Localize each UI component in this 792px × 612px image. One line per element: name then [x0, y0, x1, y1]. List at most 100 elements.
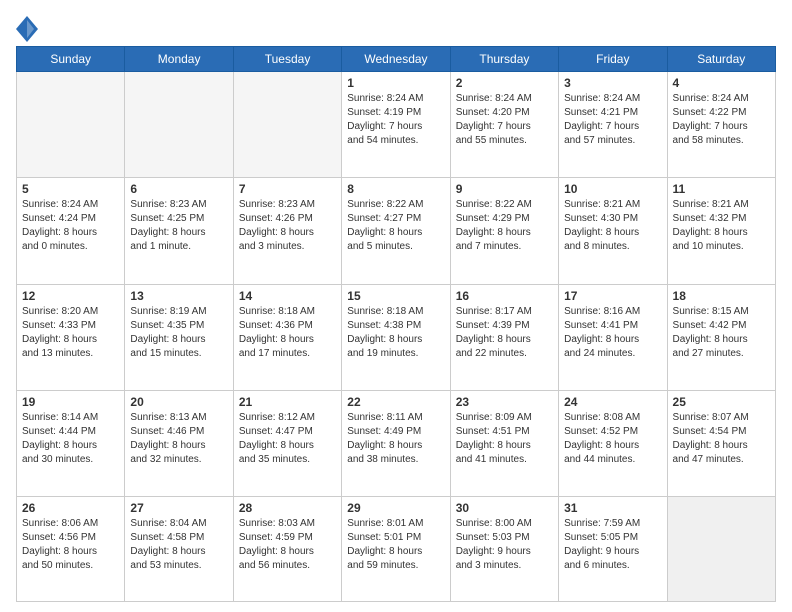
day-info: Sunrise: 8:14 AM Sunset: 4:44 PM Dayligh… [22, 411, 119, 467]
day-info: Sunrise: 8:01 AM Sunset: 5:01 PM Dayligh… [347, 517, 444, 573]
day-number: 8 [347, 182, 444, 196]
day-cell: 1Sunrise: 8:24 AM Sunset: 4:19 PM Daylig… [342, 72, 450, 178]
day-cell: 11 Sunrise: 8:21 AM Sunset: 4:32 PM Dayli… [667, 178, 775, 284]
day-info: Sunrise: 8:24 AM Sunset: 4:21 PM Dayligh… [564, 92, 661, 148]
day-cell: 21 Sunrise: 8:12 AM Sunset: 4:47 PM Dayli… [233, 390, 341, 496]
day-info: Sunrise: 8:03 AM Sunset: 4:59 PM Dayligh… [239, 517, 336, 573]
day-header: Sunday [17, 47, 125, 72]
day-cell: 24 Sunrise: 8:08 AM Sunset: 4:52 PM Dayli… [559, 390, 667, 496]
day-cell: 2 Sunrise: 8:24 AM Sunset: 4:20 PM Daylig… [450, 72, 558, 178]
day-info: Sunrise: 8:04 AM Sunset: 4:58 PM Dayligh… [130, 517, 227, 573]
day-number: 11 [673, 182, 770, 196]
day-info: Sunrise: 8:21 AM Sunset: 4:32 PM Dayligh… [673, 198, 770, 254]
week-row: 26 Sunrise: 8:06 AM Sunset: 4:56 PM Dayli… [17, 497, 776, 602]
week-row: 1Sunrise: 8:24 AM Sunset: 4:19 PM Daylig… [17, 72, 776, 178]
day-info: Sunrise: 8:24 AM Sunset: 4:24 PM Dayligh… [22, 198, 119, 254]
day-number: 23 [456, 395, 553, 409]
day-info: Sunrise: 8:13 AM Sunset: 4:46 PM Dayligh… [130, 411, 227, 467]
day-number: 16 [456, 289, 553, 303]
day-info: Sunrise: 8:23 AM Sunset: 4:25 PM Dayligh… [130, 198, 227, 254]
day-info: Sunrise: 8:17 AM Sunset: 4:39 PM Dayligh… [456, 305, 553, 361]
day-header: Thursday [450, 47, 558, 72]
day-number: 17 [564, 289, 661, 303]
day-info: Sunrise: 8:11 AM Sunset: 4:49 PM Dayligh… [347, 411, 444, 467]
day-number: 6 [130, 182, 227, 196]
day-info: Sunrise: 8:18 AM Sunset: 4:36 PM Dayligh… [239, 305, 336, 361]
calendar-header: SundayMondayTuesdayWednesdayThursdayFrid… [17, 47, 776, 72]
day-info: Sunrise: 8:24 AM Sunset: 4:22 PM Dayligh… [673, 92, 770, 148]
week-row: 12Sunrise: 8:20 AM Sunset: 4:33 PM Dayli… [17, 284, 776, 390]
day-info: Sunrise: 8:21 AM Sunset: 4:30 PM Dayligh… [564, 198, 661, 254]
day-cell: 9Sunrise: 8:22 AM Sunset: 4:29 PM Daylig… [450, 178, 558, 284]
day-header: Tuesday [233, 47, 341, 72]
day-cell: 14Sunrise: 8:18 AM Sunset: 4:36 PM Dayli… [233, 284, 341, 390]
day-number: 29 [347, 501, 444, 515]
day-info: Sunrise: 8:23 AM Sunset: 4:26 PM Dayligh… [239, 198, 336, 254]
day-cell: 22Sunrise: 8:11 AM Sunset: 4:49 PM Dayli… [342, 390, 450, 496]
day-info: Sunrise: 8:20 AM Sunset: 4:33 PM Dayligh… [22, 305, 119, 361]
day-cell: 25 Sunrise: 8:07 AM Sunset: 4:54 PM Dayli… [667, 390, 775, 496]
day-number: 27 [130, 501, 227, 515]
day-cell: 18Sunrise: 8:15 AM Sunset: 4:42 PM Dayli… [667, 284, 775, 390]
day-cell: 8 Sunrise: 8:22 AM Sunset: 4:27 PM Daylig… [342, 178, 450, 284]
day-cell: 29 Sunrise: 8:01 AM Sunset: 5:01 PM Dayli… [342, 497, 450, 602]
day-cell: 15 Sunrise: 8:18 AM Sunset: 4:38 PM Dayli… [342, 284, 450, 390]
day-cell: 27 Sunrise: 8:04 AM Sunset: 4:58 PM Dayli… [125, 497, 233, 602]
day-cell: 28 Sunrise: 8:03 AM Sunset: 4:59 PM Dayli… [233, 497, 341, 602]
day-cell [17, 72, 125, 178]
logo [16, 16, 38, 38]
page: SundayMondayTuesdayWednesdayThursdayFrid… [0, 0, 792, 612]
day-cell: 17Sunrise: 8:16 AM Sunset: 4:41 PM Dayli… [559, 284, 667, 390]
day-number: 15 [347, 289, 444, 303]
day-number: 20 [130, 395, 227, 409]
day-cell: 7Sunrise: 8:23 AM Sunset: 4:26 PM Daylig… [233, 178, 341, 284]
day-info: Sunrise: 8:00 AM Sunset: 5:03 PM Dayligh… [456, 517, 553, 573]
day-number: 25 [673, 395, 770, 409]
day-number: 2 [456, 76, 553, 90]
day-info: Sunrise: 8:24 AM Sunset: 4:20 PM Dayligh… [456, 92, 553, 148]
day-cell: 12Sunrise: 8:20 AM Sunset: 4:33 PM Dayli… [17, 284, 125, 390]
day-header: Friday [559, 47, 667, 72]
day-info: Sunrise: 7:59 AM Sunset: 5:05 PM Dayligh… [564, 517, 661, 573]
day-cell: 10 Sunrise: 8:21 AM Sunset: 4:30 PM Dayli… [559, 178, 667, 284]
day-cell: 23Sunrise: 8:09 AM Sunset: 4:51 PM Dayli… [450, 390, 558, 496]
day-cell: 31 Sunrise: 7:59 AM Sunset: 5:05 PM Dayli… [559, 497, 667, 602]
logo-icon [16, 16, 34, 38]
day-info: Sunrise: 8:18 AM Sunset: 4:38 PM Dayligh… [347, 305, 444, 361]
day-info: Sunrise: 8:24 AM Sunset: 4:19 PM Dayligh… [347, 92, 444, 148]
day-number: 26 [22, 501, 119, 515]
calendar-table: SundayMondayTuesdayWednesdayThursdayFrid… [16, 46, 776, 602]
day-number: 31 [564, 501, 661, 515]
day-number: 4 [673, 76, 770, 90]
day-number: 18 [673, 289, 770, 303]
day-number: 28 [239, 501, 336, 515]
day-info: Sunrise: 8:22 AM Sunset: 4:29 PM Dayligh… [456, 198, 553, 254]
day-cell [233, 72, 341, 178]
day-number: 3 [564, 76, 661, 90]
day-info: Sunrise: 8:12 AM Sunset: 4:47 PM Dayligh… [239, 411, 336, 467]
day-number: 24 [564, 395, 661, 409]
day-number: 21 [239, 395, 336, 409]
day-cell: 19 Sunrise: 8:14 AM Sunset: 4:44 PM Dayli… [17, 390, 125, 496]
day-info: Sunrise: 8:06 AM Sunset: 4:56 PM Dayligh… [22, 517, 119, 573]
day-info: Sunrise: 8:07 AM Sunset: 4:54 PM Dayligh… [673, 411, 770, 467]
day-cell: 13 Sunrise: 8:19 AM Sunset: 4:35 PM Dayli… [125, 284, 233, 390]
header-row: SundayMondayTuesdayWednesdayThursdayFrid… [17, 47, 776, 72]
day-cell: 20 Sunrise: 8:13 AM Sunset: 4:46 PM Dayli… [125, 390, 233, 496]
day-cell: 5 Sunrise: 8:24 AM Sunset: 4:24 PM Daylig… [17, 178, 125, 284]
day-info: Sunrise: 8:22 AM Sunset: 4:27 PM Dayligh… [347, 198, 444, 254]
day-header: Monday [125, 47, 233, 72]
day-cell [667, 497, 775, 602]
day-number: 10 [564, 182, 661, 196]
week-row: 5 Sunrise: 8:24 AM Sunset: 4:24 PM Daylig… [17, 178, 776, 284]
calendar-body: 1Sunrise: 8:24 AM Sunset: 4:19 PM Daylig… [17, 72, 776, 602]
day-number: 5 [22, 182, 119, 196]
day-number: 13 [130, 289, 227, 303]
header [16, 16, 776, 38]
day-info: Sunrise: 8:08 AM Sunset: 4:52 PM Dayligh… [564, 411, 661, 467]
day-cell: 30 Sunrise: 8:00 AM Sunset: 5:03 PM Dayli… [450, 497, 558, 602]
day-number: 19 [22, 395, 119, 409]
day-cell: 16 Sunrise: 8:17 AM Sunset: 4:39 PM Dayli… [450, 284, 558, 390]
day-info: Sunrise: 8:19 AM Sunset: 4:35 PM Dayligh… [130, 305, 227, 361]
day-number: 30 [456, 501, 553, 515]
